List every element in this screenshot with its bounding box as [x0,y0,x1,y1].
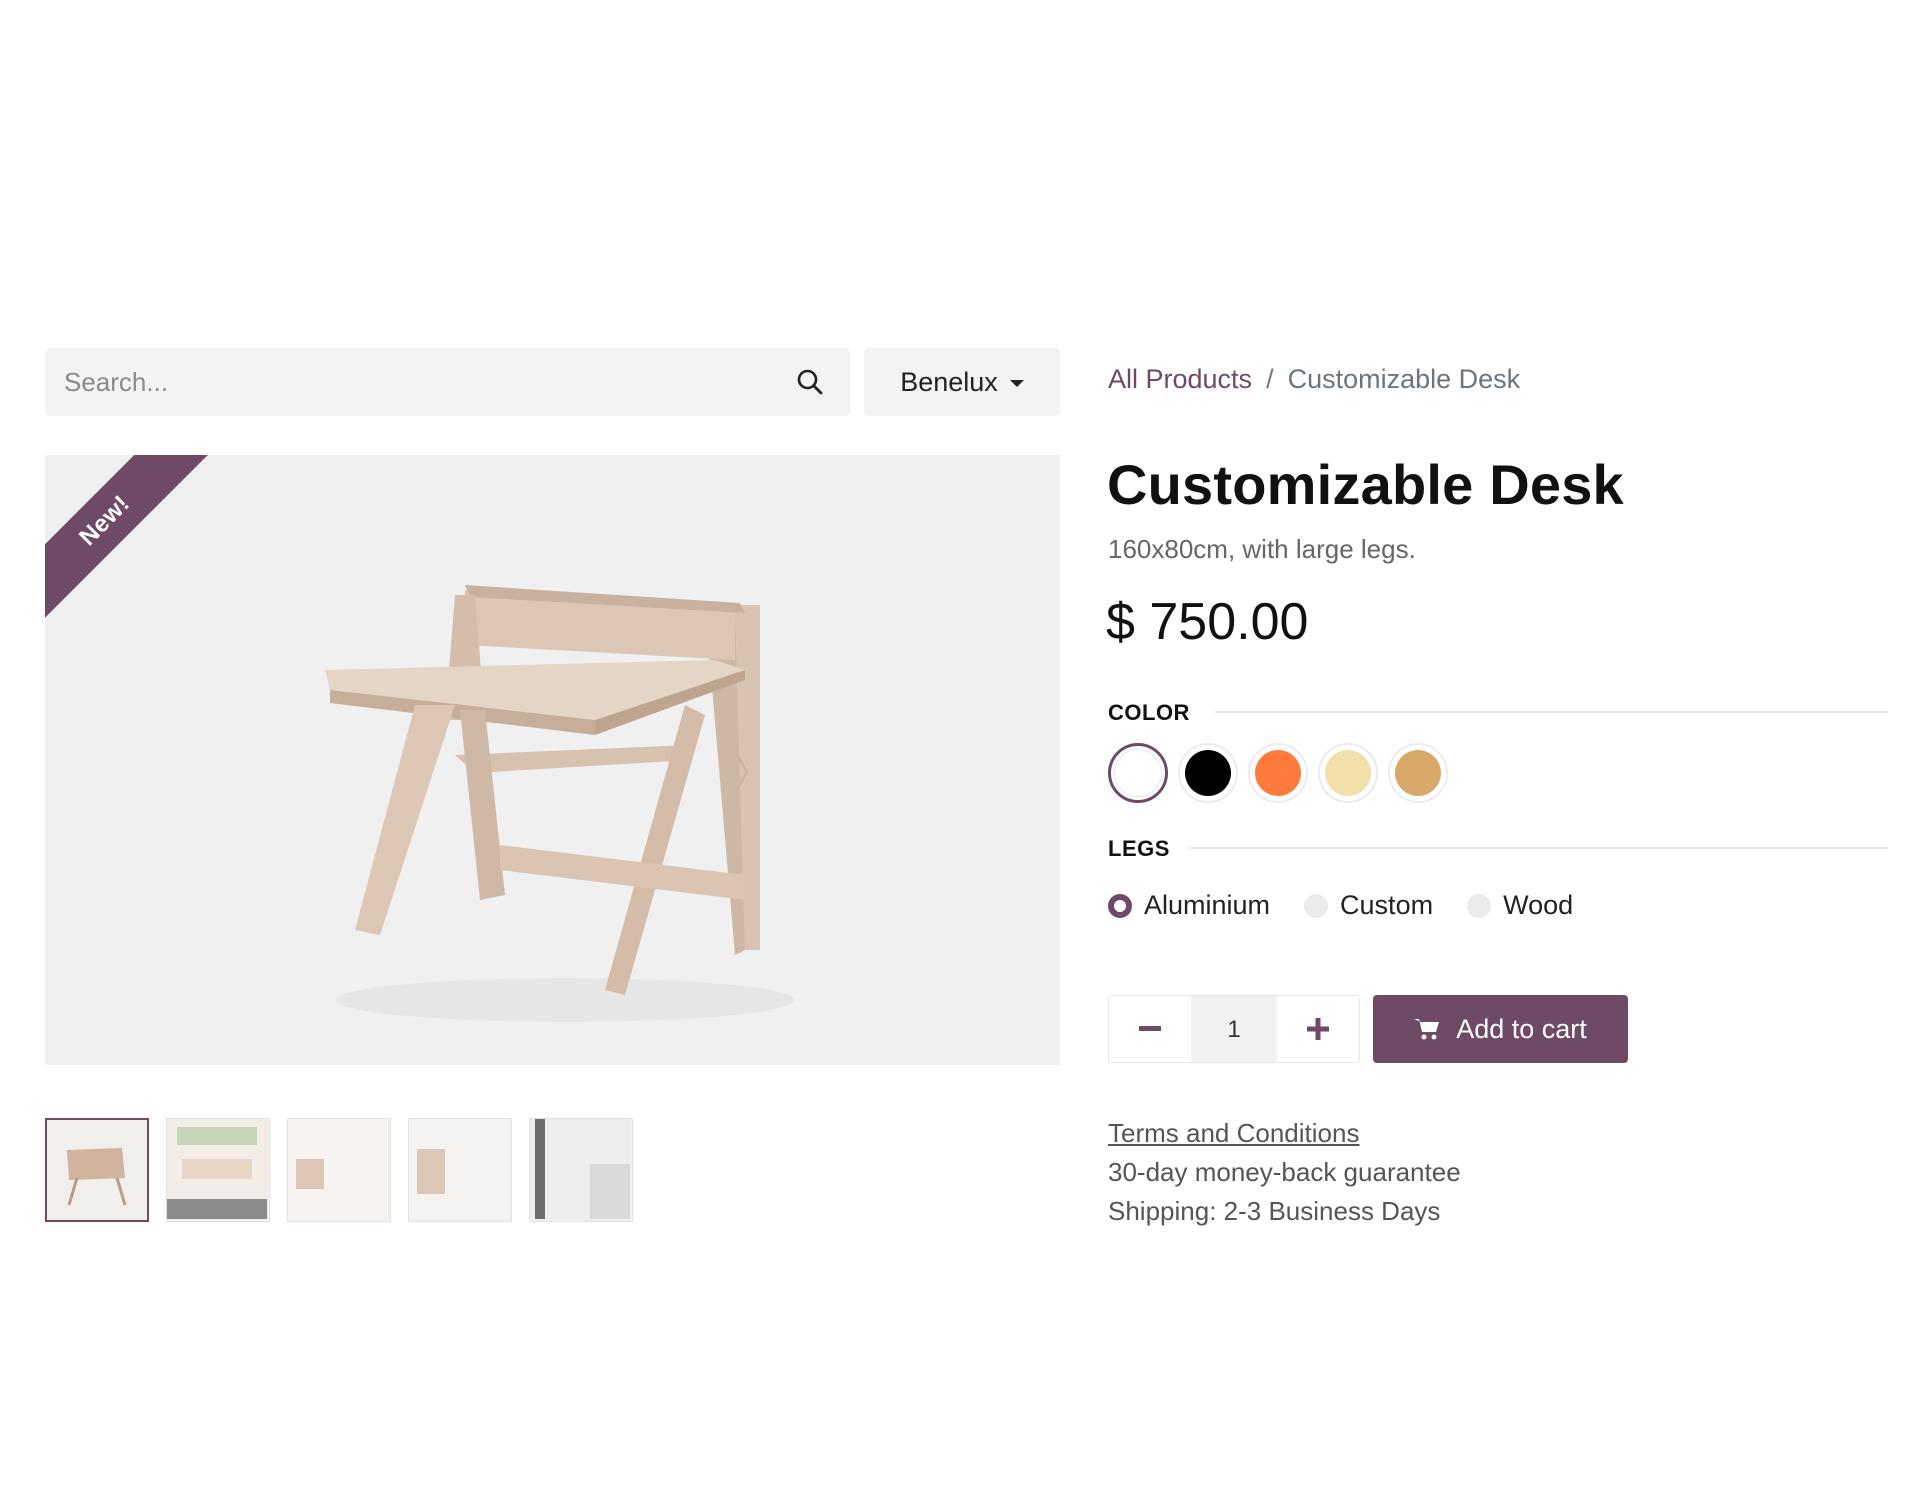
thumbnail-strip [45,1118,633,1222]
thumbnail[interactable] [529,1118,633,1222]
chevron-down-icon [1009,379,1024,387]
legs-option-custom[interactable]: Custom [1304,890,1433,921]
product-description: 160x80cm, with large legs. [1108,534,1416,564]
search-icon[interactable] [790,362,830,402]
breadcrumb-all-products[interactable]: All Products [1108,364,1252,395]
desk-image [325,585,795,1022]
legs-option-wood[interactable]: Wood [1467,890,1573,921]
color-swatch[interactable] [1248,743,1308,803]
legs-option-label: Wood [1503,890,1574,920]
quantity-stepper [1108,995,1360,1063]
quantity-input[interactable] [1191,996,1277,1062]
thumbnail[interactable] [166,1118,270,1222]
swatch-color [1114,749,1162,797]
color-swatches [1108,743,1448,803]
breadcrumb-current: Customizable Desk [1287,364,1521,394]
decrease-quantity-button[interactable] [1109,996,1191,1062]
search-bar [45,348,850,416]
search-input[interactable] [45,348,775,416]
thumbnail[interactable] [45,1118,149,1222]
thumbnail-image [288,1119,388,1219]
terms-link[interactable]: Terms and Conditions [1108,1118,1359,1149]
radio-button[interactable] [1304,893,1329,918]
radio-button[interactable] [1108,893,1132,918]
product-title: Customizable Desk [1107,453,1624,516]
thumbnail-image [47,1120,147,1220]
thumbnail[interactable] [287,1118,391,1222]
color-swatch[interactable] [1318,743,1378,803]
thumbnail[interactable] [408,1118,512,1222]
color-swatch[interactable] [1388,743,1448,803]
chevron-right-icon[interactable] [735,752,749,792]
breadcrumb-separator: / [1266,364,1274,394]
minus-icon [1139,1026,1161,1031]
radio-button[interactable] [1467,893,1492,918]
divider [1215,711,1888,713]
color-attribute-label: COLOR [1108,700,1190,725]
swatch-color [1255,750,1301,796]
color-swatch[interactable] [1178,743,1238,803]
add-to-cart-button[interactable]: Add to cart [1373,995,1628,1063]
thumbnail-image [409,1119,509,1219]
thumbnail-image [167,1119,267,1219]
legs-options: Aluminium Custom Wood [1108,890,1573,921]
swatch-color [1185,750,1231,796]
add-to-cart-label: Add to cart [1456,1013,1587,1044]
breadcrumb: All Products / Customizable Desk [1108,364,1520,395]
swatch-color [1395,750,1441,796]
guarantee-text: 30-day money-back guarantee [1108,1157,1461,1187]
legs-option-label: Custom [1340,890,1434,920]
increase-quantity-button[interactable] [1277,996,1359,1062]
divider [1190,847,1888,849]
legs-option-aluminium[interactable]: Aluminium [1108,890,1270,921]
legs-option-label: Aluminium [1144,890,1271,920]
pricelist-dropdown[interactable]: Benelux [864,348,1060,416]
pricelist-label: Benelux [900,366,998,397]
swatch-color [1325,750,1371,796]
plus-icon [1307,1018,1329,1040]
product-main-image[interactable]: New! [45,455,1060,1065]
legs-attribute-label: LEGS [1108,836,1170,861]
cart-icon [1414,1019,1440,1040]
shipping-text: Shipping: 2-3 Business Days [1108,1196,1441,1226]
color-swatch[interactable] [1108,743,1168,803]
product-price: $ 750.00 [1106,593,1309,651]
thumbnail-image [530,1119,630,1219]
